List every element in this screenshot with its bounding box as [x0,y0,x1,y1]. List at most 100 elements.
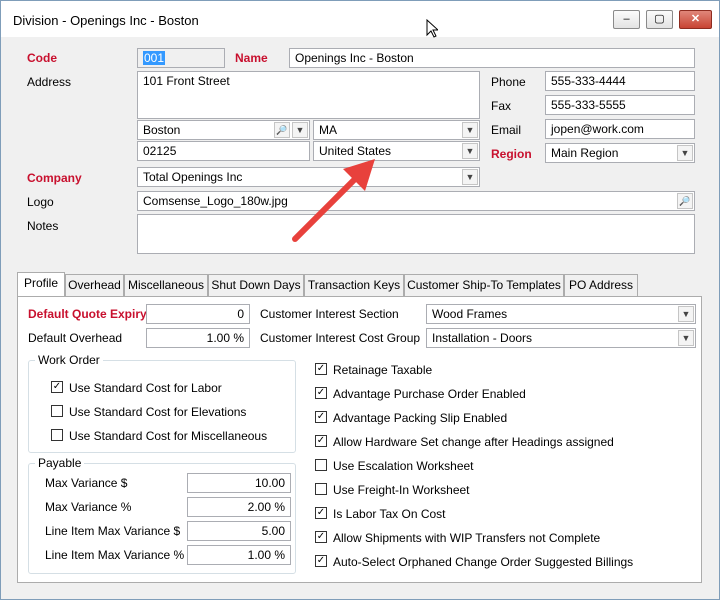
tab-miscellaneous[interactable]: Miscellaneous [124,274,208,296]
checkbox-label: Advantage Purchase Order Enabled [333,387,526,401]
close-button[interactable]: ✕ [679,10,712,29]
company-dropdown-icon[interactable]: ▼ [462,169,478,185]
use-std-cost-elevations-checkbox[interactable]: Use Standard Cost for Elevations [51,405,246,421]
checkbox-checked-icon: ✓ [315,507,327,519]
line-item-max-variance-dollar-label: Line Item Max Variance $ [45,524,181,538]
address-label: Address [27,75,72,89]
checkbox-checked-icon: ✓ [315,555,327,567]
email-field[interactable]: jopen@work.com [545,119,695,139]
maximize-button[interactable]: ▢ [646,10,673,29]
checkbox-unchecked-icon [315,459,327,471]
allow-shipments-wip-checkbox[interactable]: ✓ Allow Shipments with WIP Transfers not … [315,531,600,547]
minimize-button[interactable]: – [613,10,640,29]
division-window: Division - Openings Inc - Boston – ▢ ✕ C… [0,0,720,600]
notes-label: Notes [27,219,59,233]
checkbox-label: Use Standard Cost for Miscellaneous [69,429,268,443]
name-label: Name [235,51,268,65]
mouse-cursor-icon [426,19,438,38]
line-item-max-variance-percent-field[interactable]: 1.00 % [187,545,291,565]
checkbox-label: Auto-Select Orphaned Change Order Sugges… [333,555,634,569]
max-variance-dollar-label: Max Variance $ [45,476,128,490]
checkbox-label: Is Labor Tax On Cost [333,507,446,521]
logo-label: Logo [27,195,54,209]
work-order-group: Work Order ✓ Use Standard Cost for Labor … [28,353,296,453]
work-order-title: Work Order [35,353,103,367]
use-escalation-worksheet-checkbox[interactable]: Use Escalation Worksheet [315,459,474,475]
advantage-po-enabled-checkbox[interactable]: ✓ Advantage Purchase Order Enabled [315,387,526,403]
cust-interest-section-value: Wood Frames [432,307,508,321]
checkbox-label: Allow Shipments with WIP Transfers not C… [333,531,601,545]
profile-panel: Default Quote Expiry 0 Default Overhead … [17,296,702,583]
fax-field[interactable]: 555-333-5555 [545,95,695,115]
checkbox-label: Use Standard Cost for Labor [69,381,222,395]
checkbox-checked-icon: ✓ [315,387,327,399]
state-select[interactable]: MA ▼ [313,120,480,140]
annotation-arrow-icon [292,159,375,242]
max-variance-percent-field[interactable]: 2.00 % [187,497,291,517]
line-item-max-variance-dollar-field[interactable]: 5.00 [187,521,291,541]
is-labor-tax-on-cost-checkbox[interactable]: ✓ Is Labor Tax On Cost [315,507,446,523]
advantage-packing-slip-checkbox[interactable]: ✓ Advantage Packing Slip Enabled [315,411,507,427]
region-value: Main Region [551,146,619,160]
cust-interest-section-dropdown-icon[interactable]: ▼ [678,306,694,322]
max-variance-percent-label: Max Variance % [45,500,132,514]
phone-field[interactable]: 555-333-4444 [545,71,695,91]
cust-interest-section-label: Customer Interest Section [260,307,399,321]
code-label: Code [27,51,57,65]
use-freight-in-worksheet-checkbox[interactable]: Use Freight-In Worksheet [315,483,470,499]
checkbox-label: Use Escalation Worksheet [333,459,474,473]
checkbox-checked-icon: ✓ [315,435,327,447]
checkbox-label: Allow Hardware Set change after Headings… [333,435,614,449]
tab-po-address[interactable]: PO Address [564,274,638,296]
name-field[interactable]: Openings Inc - Boston [289,48,695,68]
checkbox-checked-icon: ✓ [51,381,63,393]
default-overhead-field[interactable]: 1.00 % [146,328,250,348]
cust-interest-cost-group-dropdown-icon[interactable]: ▼ [678,330,694,346]
cust-interest-cost-group-value: Installation - Doors [432,331,533,345]
auto-select-orphaned-checkbox[interactable]: ✓ Auto-Select Orphaned Change Order Sugge… [315,555,633,571]
cust-interest-section-select[interactable]: Wood Frames ▼ [426,304,696,324]
cust-interest-cost-group-select[interactable]: Installation - Doors ▼ [426,328,696,348]
checkbox-unchecked-icon [51,429,63,441]
checkbox-label: Use Freight-In Worksheet [333,483,470,497]
state-value: MA [319,123,337,137]
logo-lookup-icon[interactable]: 🔎 [677,193,693,209]
city-lookup-icon[interactable]: 🔎 [274,122,290,138]
window-title: Division - Openings Inc - Boston [13,13,199,28]
use-std-cost-misc-checkbox[interactable]: Use Standard Cost for Miscellaneous [51,429,267,445]
state-dropdown-icon[interactable]: ▼ [462,122,478,138]
checkbox-label: Advantage Packing Slip Enabled [333,411,508,425]
notes-field[interactable] [137,214,695,254]
checkbox-checked-icon: ✓ [315,531,327,543]
max-variance-dollar-field[interactable]: 10.00 [187,473,291,493]
retainage-taxable-checkbox[interactable]: ✓ Retainage Taxable [315,363,432,379]
checkbox-label: Retainage Taxable [333,363,433,377]
checkbox-unchecked-icon [51,405,63,417]
checkbox-checked-icon: ✓ [315,411,327,423]
address-field[interactable]: 101 Front Street [137,71,480,119]
checkbox-unchecked-icon [315,483,327,495]
city-value: Boston [143,123,181,137]
cust-interest-cost-group-label: Customer Interest Cost Group [260,331,421,345]
code-field[interactable]: 001 [137,48,225,68]
checkbox-label: Use Standard Cost for Elevations [69,405,247,419]
code-value: 001 [143,51,166,65]
tab-profile[interactable]: Profile [17,272,65,296]
default-quote-expiry-field[interactable]: 0 [146,304,250,324]
checkbox-checked-icon: ✓ [315,363,327,375]
payable-title: Payable [35,456,85,470]
tab-customer-ship-to-templates[interactable]: Customer Ship-To Templates [404,274,564,296]
tab-shut-down-days[interactable]: Shut Down Days [208,274,304,296]
use-std-cost-labor-checkbox[interactable]: ✓ Use Standard Cost for Labor [51,381,222,397]
region-dropdown-icon[interactable]: ▼ [677,145,693,161]
tab-transaction-keys[interactable]: Transaction Keys [304,274,404,296]
default-overhead-label: Default Overhead [28,331,123,345]
region-select[interactable]: Main Region ▼ [545,143,695,163]
city-field[interactable]: Boston 🔎 ▼ [137,120,310,140]
country-dropdown-icon[interactable]: ▼ [462,143,478,159]
allow-hardware-set-change-checkbox[interactable]: ✓ Allow Hardware Set change after Heading… [315,435,614,451]
city-dropdown-icon[interactable]: ▼ [292,122,308,138]
logo-field[interactable]: Comsense_Logo_180w.jpg 🔎 [137,191,695,211]
title-bar: Division - Openings Inc - Boston – ▢ ✕ [1,1,719,37]
tab-overhead[interactable]: Overhead [65,274,124,296]
